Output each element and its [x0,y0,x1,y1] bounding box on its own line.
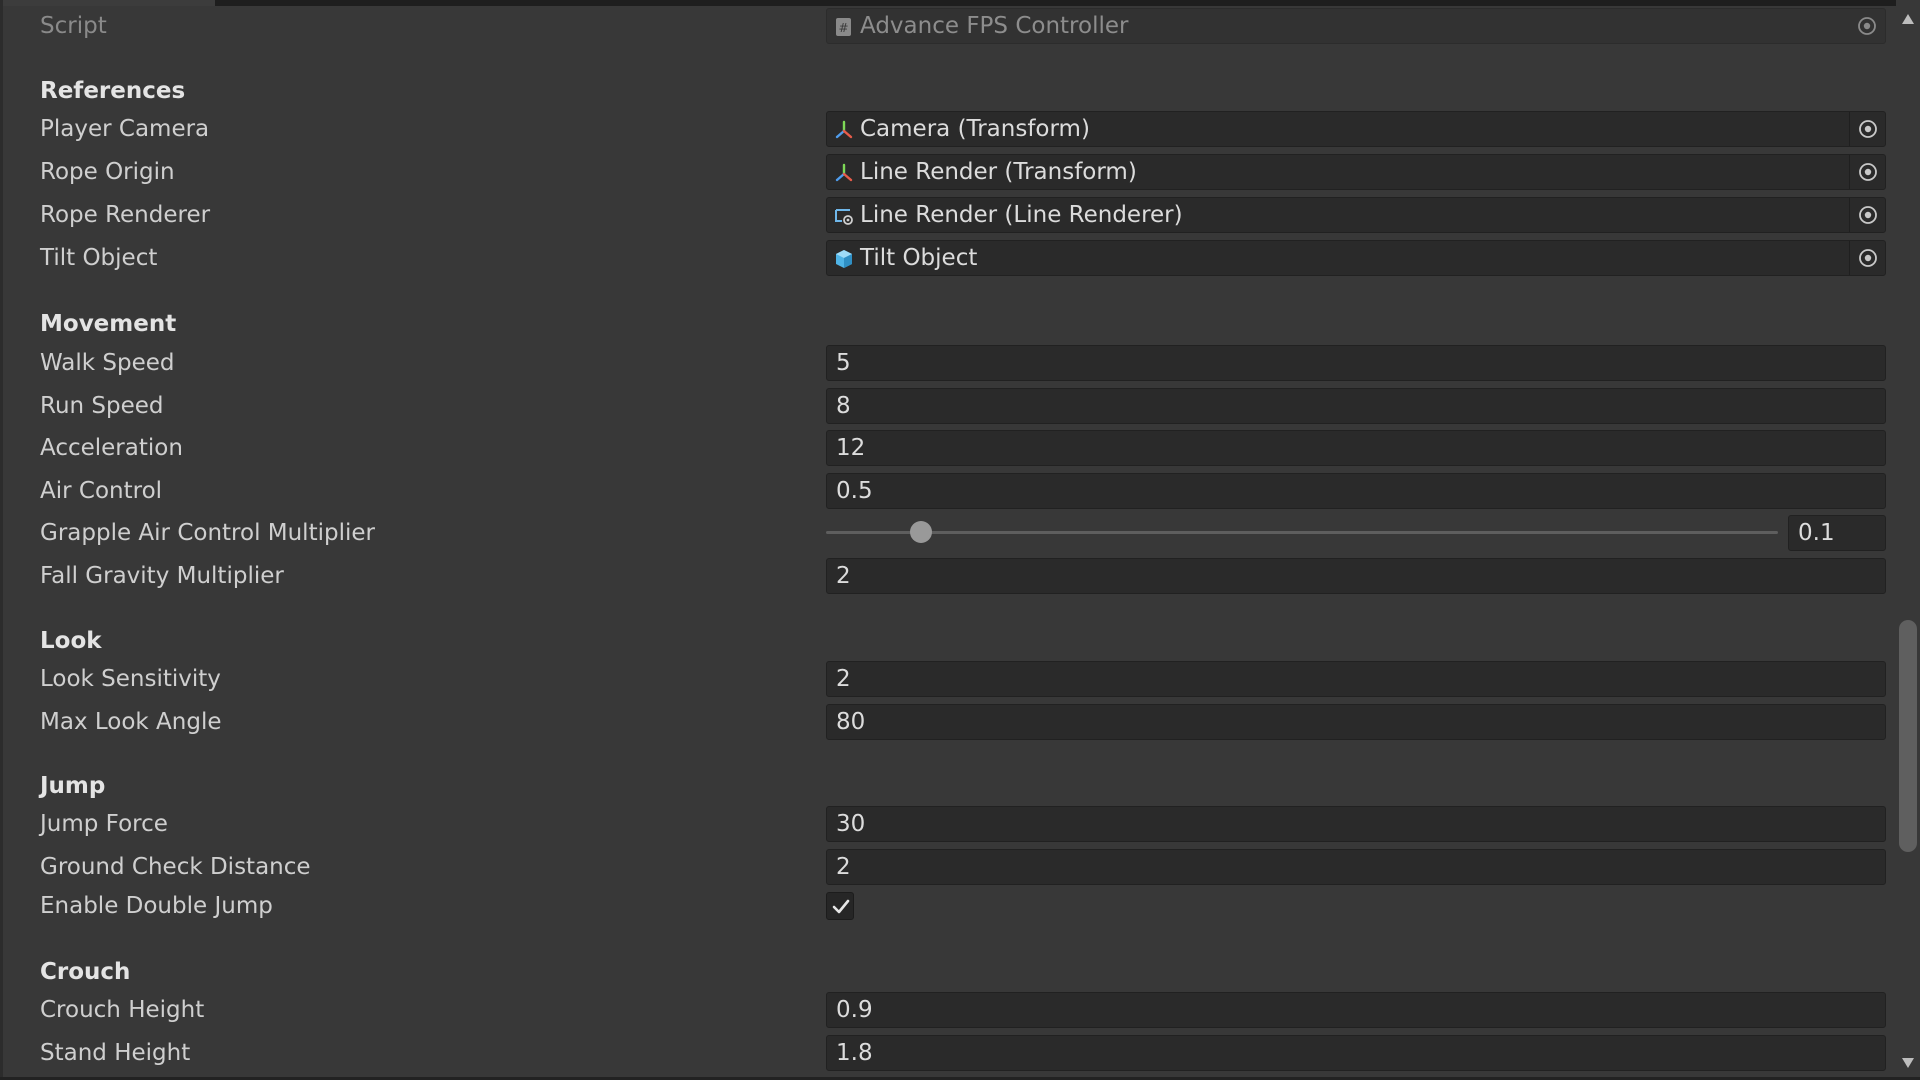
air-control-label: Air Control [40,478,163,504]
references-header: References [40,78,186,104]
transform-icon [835,163,853,182]
walk-speed-label: Walk Speed [40,350,175,376]
run-speed-field[interactable]: 8 [826,388,1886,424]
script-label: Script [40,13,107,39]
tilt-object-picker-button[interactable] [1849,241,1885,275]
script-field[interactable]: # Advance FPS Controller [826,8,1886,44]
acceleration-field[interactable]: 12 [826,430,1886,466]
top-bar [0,0,1920,6]
look-sensitivity-value: 2 [836,666,851,692]
player-camera-picker-button[interactable] [1849,112,1885,146]
look-header: Look [40,628,102,654]
left-border [0,0,3,1080]
grapple-air-control-value-field[interactable]: 0.1 [1788,515,1886,551]
grapple-air-control-multiplier-label: Grapple Air Control Multiplier [40,520,375,546]
run-speed-label: Run Speed [40,393,164,419]
acceleration-label: Acceleration [40,435,183,461]
movement-header: Movement [40,311,177,337]
player-camera-label: Player Camera [40,116,210,142]
object-picker-icon [1858,17,1876,35]
rope-renderer-label: Rope Renderer [40,202,211,228]
stand-height-label: Stand Height [40,1040,191,1066]
rope-origin-value: Line Render (Transform) [860,159,1137,185]
crouch-height-field[interactable]: 0.9 [826,992,1886,1028]
max-look-angle-field[interactable]: 80 [826,704,1886,740]
rope-renderer-picker-button[interactable] [1849,198,1885,232]
fall-gravity-multiplier-field[interactable]: 2 [826,558,1886,594]
tilt-object-value: Tilt Object [860,245,978,271]
inspector-panel: Script # Advance FPS Controller Referenc… [0,0,1920,1080]
fall-gravity-multiplier-value: 2 [836,563,851,589]
stand-height-field[interactable]: 1.8 [826,1035,1886,1071]
scrollbar-thumb[interactable] [1899,620,1917,852]
max-look-angle-label: Max Look Angle [40,709,222,735]
jump-header: Jump [40,773,106,799]
script-icon: # [836,18,851,36]
enable-double-jump-label: Enable Double Jump [40,893,273,919]
object-picker-icon [1859,120,1877,138]
scroll-up-arrow-icon[interactable] [1900,12,1916,26]
script-value: Advance FPS Controller [860,13,1129,39]
grapple-air-control-slider-track[interactable] [826,531,1778,534]
tilt-object-field[interactable]: Tilt Object [826,240,1886,276]
line-renderer-icon [835,209,853,225]
scroll-down-arrow-icon[interactable] [1900,1056,1916,1070]
walk-speed-value: 5 [836,350,851,376]
transform-icon [835,120,853,139]
rope-origin-label: Rope Origin [40,159,175,185]
rope-origin-field[interactable]: Line Render (Transform) [826,154,1886,190]
object-picker-icon [1859,249,1877,267]
rope-renderer-value: Line Render (Line Renderer) [860,202,1183,228]
jump-force-label: Jump Force [40,811,168,837]
object-picker-icon [1859,206,1877,224]
grapple-air-control-slider-thumb[interactable] [910,521,933,543]
jump-force-value: 30 [836,811,866,837]
rope-renderer-field[interactable]: Line Render (Line Renderer) [826,197,1886,233]
rope-origin-picker-button[interactable] [1849,155,1885,189]
gameobject-icon [836,250,852,268]
object-picker-icon [1859,163,1877,181]
walk-speed-field[interactable]: 5 [826,345,1886,381]
crouch-height-label: Crouch Height [40,997,205,1023]
air-control-field[interactable]: 0.5 [826,473,1886,509]
air-control-value: 0.5 [836,478,873,504]
script-picker-button[interactable] [1849,9,1885,43]
player-camera-field[interactable]: Camera (Transform) [826,111,1886,147]
vertical-scrollbar[interactable] [1896,0,1920,1080]
checkmark-icon [832,899,850,914]
grapple-air-control-value: 0.1 [1798,520,1835,546]
max-look-angle-value: 80 [836,709,866,735]
acceleration-value: 12 [836,435,866,461]
look-sensitivity-field[interactable]: 2 [826,661,1886,697]
player-camera-value: Camera (Transform) [860,116,1090,142]
ground-check-distance-label: Ground Check Distance [40,854,311,880]
svg-text:#: # [838,21,848,35]
tilt-object-label: Tilt Object [40,245,158,271]
tab-strip [0,0,215,6]
jump-force-field[interactable]: 30 [826,806,1886,842]
crouch-header: Crouch [40,959,131,985]
run-speed-value: 8 [836,393,851,419]
crouch-height-value: 0.9 [836,997,873,1023]
look-sensitivity-label: Look Sensitivity [40,666,221,692]
fall-gravity-multiplier-label: Fall Gravity Multiplier [40,563,284,589]
enable-double-jump-checkbox[interactable] [826,892,854,920]
ground-check-distance-value: 2 [836,854,851,880]
ground-check-distance-field[interactable]: 2 [826,849,1886,885]
stand-height-value: 1.8 [836,1040,873,1066]
